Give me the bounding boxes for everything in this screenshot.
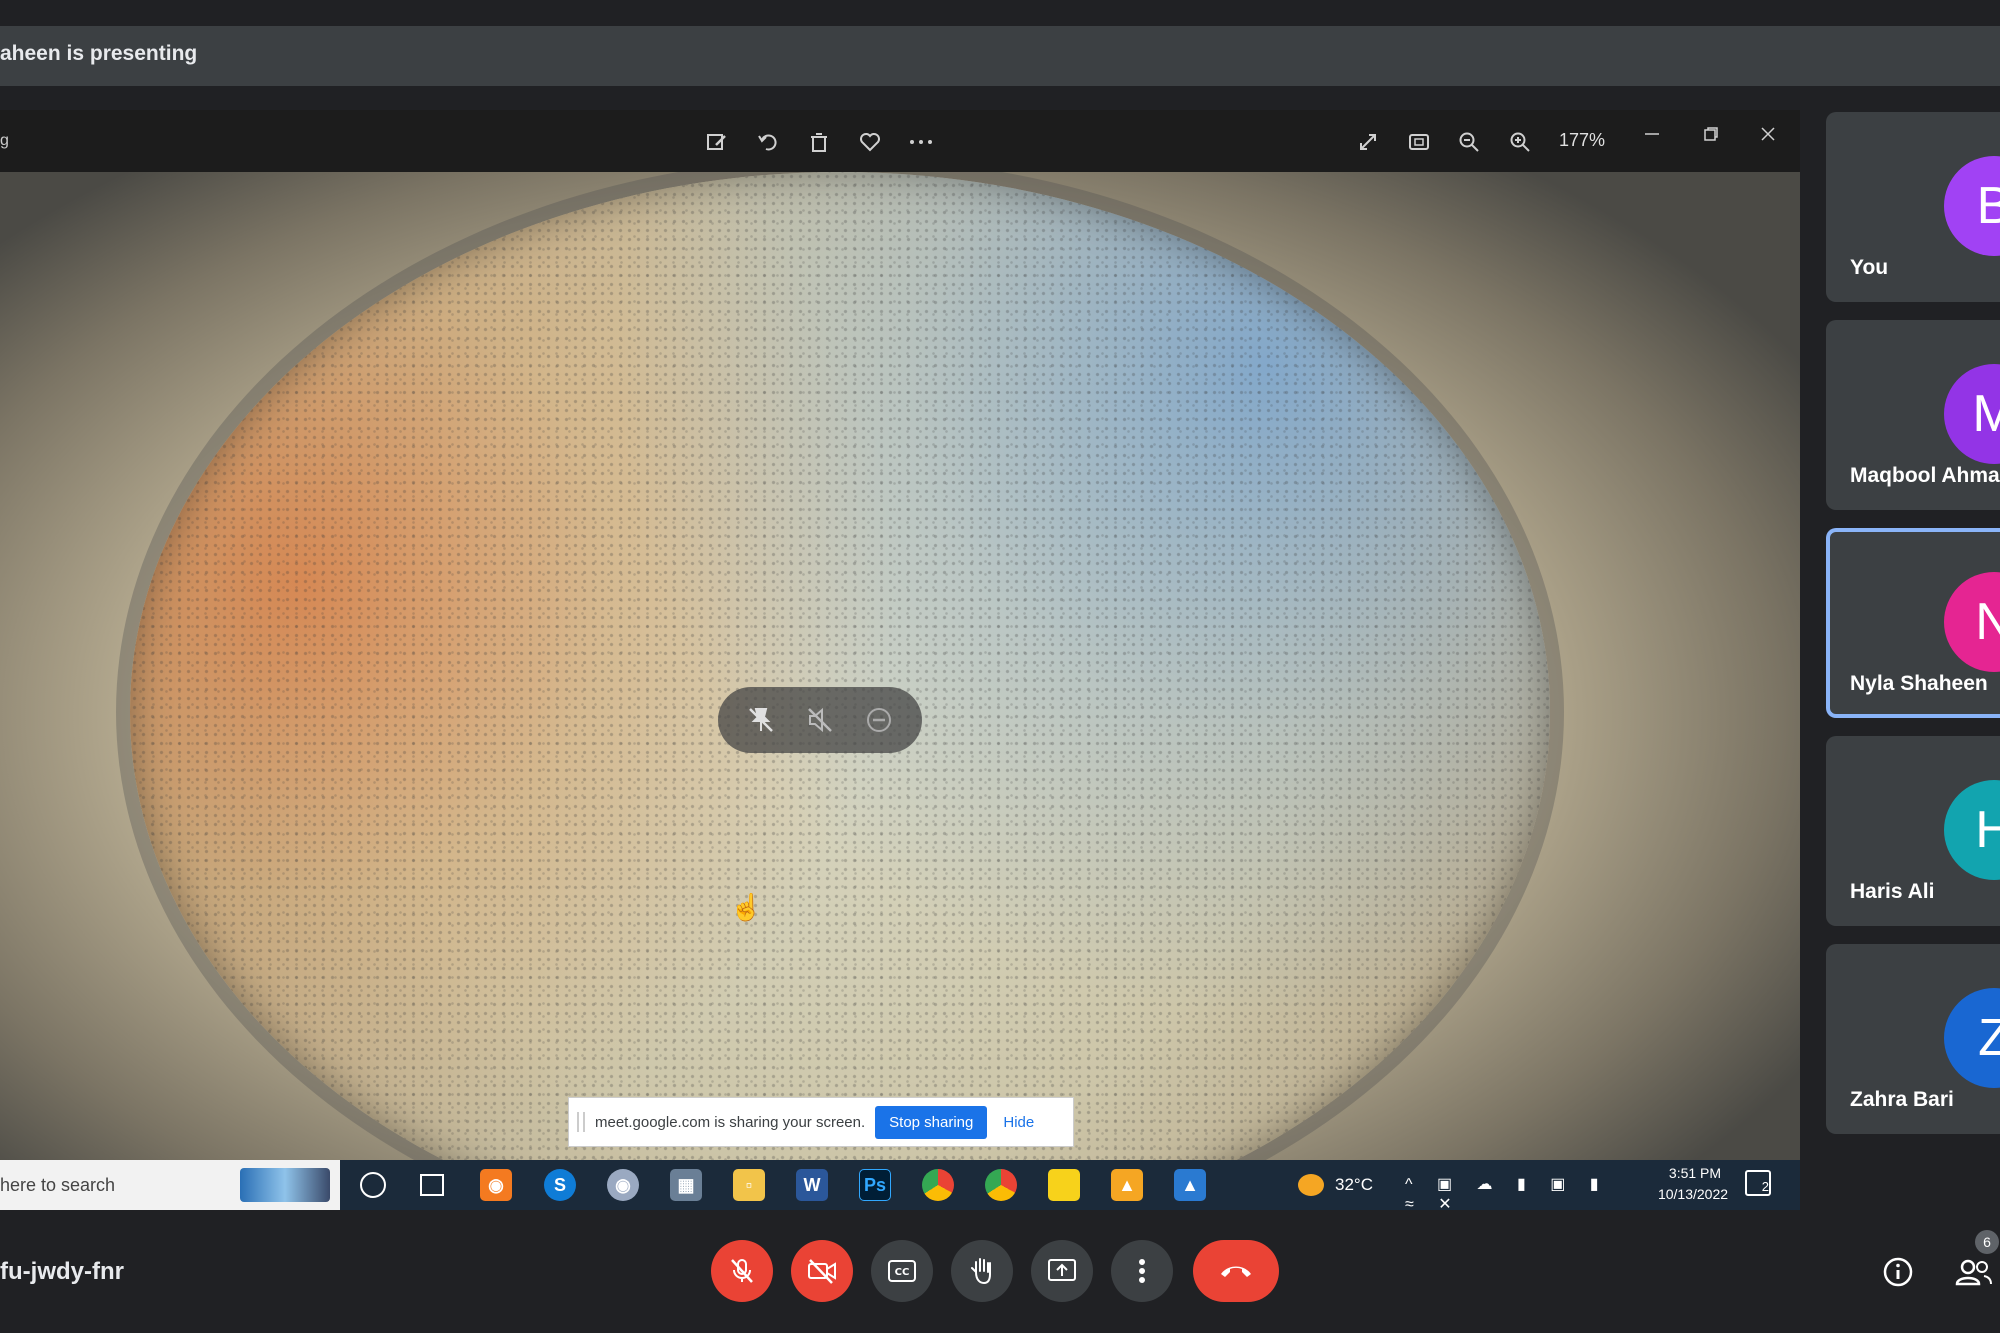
more-vert-icon [1139,1259,1145,1283]
avatar: Z [1944,988,2000,1088]
screen-share-banner: meet.google.com is sharing your screen. … [568,1097,1074,1147]
photo-viewer-toolbar: g 177% [0,110,1800,172]
taskbar-search-box[interactable]: here to search [0,1160,340,1210]
more-icon[interactable] [907,128,935,156]
hang-up-icon [1221,1266,1251,1277]
edit-icon[interactable] [703,128,731,156]
favorite-icon[interactable] [856,128,884,156]
notification-count: 2 [1761,1179,1769,1194]
chrome-icon[interactable] [985,1169,1017,1201]
participant-count-badge: 6 [1975,1230,1999,1254]
remove-icon[interactable] [859,700,899,740]
participant-name: Haris Ali [1850,880,1935,903]
stop-sharing-button[interactable]: Stop sharing [875,1105,988,1139]
participant-name: Nyla Shaheen [1850,672,1988,695]
top-strip [0,0,2000,26]
weather-icon [1298,1174,1324,1196]
raise-hand-button[interactable] [951,1240,1013,1302]
word-icon[interactable]: W [796,1169,828,1201]
captions-icon: CC [888,1260,916,1282]
zoom-level: 177% [1559,130,1606,150]
photo-image: ☝ [0,172,1800,1160]
search-highlight-icon [240,1168,330,1202]
skype-icon[interactable]: S [544,1169,576,1201]
minimize-icon[interactable] [1638,120,1666,148]
people-button[interactable] [1952,1252,1996,1292]
photoshop-icon[interactable]: Ps [859,1169,891,1201]
unpin-icon[interactable] [741,700,781,740]
hand-cursor-icon: ☝ [730,892,763,922]
people-icon [1955,1259,1992,1286]
mute-icon[interactable] [800,700,840,740]
delete-icon[interactable] [805,128,833,156]
clock-time: 3:51 PM [1668,1165,1722,1181]
taskbar-app-icon[interactable]: ◉ [480,1169,512,1201]
more-options-button[interactable] [1111,1240,1173,1302]
meeting-code: fu-jwdy-fnr [0,1258,124,1285]
presenting-bar [0,26,2000,86]
participant-tile-zahra[interactable]: Z Zahra Bari [1826,944,2000,1134]
hide-button[interactable]: Hide [997,1114,1040,1131]
photos-app-icon[interactable]: ▲ [1174,1169,1206,1201]
chrome-icon[interactable] [922,1169,954,1201]
avatar: N [1944,572,2000,672]
participant-tile-haris[interactable]: H Haris Ali [1826,736,2000,926]
avatar: M [1944,364,2000,464]
task-view-icon[interactable] [420,1174,444,1196]
taskbar-search-text: here to search [0,1175,116,1195]
participant-name: You [1850,256,1889,279]
mic-off-icon [731,1259,753,1283]
restore-icon[interactable] [1697,120,1725,148]
microphone-toggle-button[interactable] [711,1240,773,1302]
clock-date: 10/13/2022 [1657,1186,1729,1202]
notification-center-icon[interactable]: 2 [1745,1170,1771,1196]
meeting-details-button[interactable] [1878,1252,1918,1292]
rotate-icon[interactable] [754,128,782,156]
participant-name: Zahra Bari [1850,1088,1954,1111]
file-explorer-icon[interactable]: ▫ [733,1169,765,1201]
camera-toggle-button[interactable] [791,1240,853,1302]
captions-button[interactable]: CC [871,1240,933,1302]
floating-controls [718,687,922,753]
hand-icon [971,1258,991,1285]
avatar: B [1944,156,2000,256]
info-icon [1883,1257,1913,1287]
system-tray-icons[interactable]: ^ ▣ ☁ ▮ ▣ ▮ ≈ ✕ [1405,1174,1625,1210]
sticky-notes-icon[interactable] [1048,1169,1080,1201]
leave-call-button[interactable] [1193,1240,1279,1302]
sharing-message: meet.google.com is sharing your screen. [595,1113,866,1131]
shared-screen: g 177% ☝ meet.google.com is sharing your… [0,110,1800,1210]
svg-text:CC: CC [895,1267,910,1278]
windows-taskbar: here to search ◉ S ◉ ▦ ▫ W Ps ▲ ▲ 32°C ^… [0,1160,1800,1210]
speckle-texture [130,172,1550,1160]
present-icon [1048,1259,1076,1281]
drag-handle-icon[interactable] [577,1112,585,1132]
temperature: 32°C [1335,1175,1373,1194]
zoom-in-icon[interactable] [1506,128,1534,156]
participant-tile-nyla[interactable]: N Nyla Shaheen [1826,528,2000,718]
participant-tile-you[interactable]: B You [1826,112,2000,302]
zoom-out-icon[interactable] [1455,128,1483,156]
camera-off-icon [808,1259,836,1284]
presenting-label: aheen is presenting [0,42,198,65]
cortana-icon[interactable] [360,1172,386,1198]
participant-name: Maqbool Ahma [1850,464,2000,487]
file-name-fragment: g [0,132,9,149]
taskbar-app-icon[interactable]: ◉ [607,1169,639,1201]
taskbar-app-icon[interactable]: ▲ [1111,1169,1143,1201]
present-now-button[interactable] [1031,1240,1093,1302]
fit-window-icon[interactable] [1405,128,1433,156]
close-icon[interactable] [1754,120,1782,148]
calculator-icon[interactable]: ▦ [670,1169,702,1201]
avatar: H [1944,780,2000,880]
participant-tile-maqbool[interactable]: M Maqbool Ahma [1826,320,2000,510]
fullscreen-icon[interactable] [1354,128,1382,156]
